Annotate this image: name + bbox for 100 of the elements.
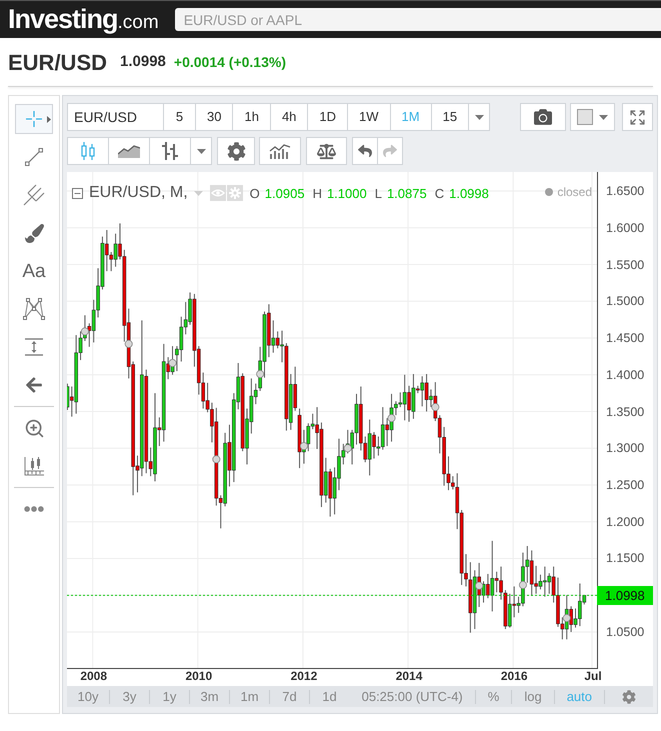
indicators-button[interactable] — [259, 137, 301, 165]
color-swatch-icon — [577, 109, 593, 125]
expand-arrow-icon — [47, 116, 51, 123]
range-button[interactable]: 1d — [310, 686, 349, 707]
settings-button[interactable] — [217, 137, 255, 165]
indicators-icon — [269, 143, 291, 159]
event-marker-icon — [518, 580, 527, 589]
event-marker-icon — [168, 359, 177, 367]
caret-icon — [474, 114, 484, 120]
caret-icon — [194, 190, 203, 196]
time-axis-label: Jul — [584, 668, 602, 685]
time-axis-label: 2016 — [500, 668, 528, 685]
interval-tab[interactable]: 1W — [347, 103, 391, 131]
event-marker-icon — [388, 414, 396, 422]
snapshot-button[interactable] — [520, 103, 566, 131]
symbol-title: EUR/USD — [8, 48, 108, 76]
fullscreen-button[interactable] — [622, 103, 653, 131]
last-price: 1.0998 — [120, 52, 166, 72]
price-axis-label: 1.5500 — [606, 256, 644, 273]
price-axis-label: 1.3500 — [606, 404, 644, 420]
chart-style-button[interactable] — [149, 137, 191, 165]
scale-toggle[interactable]: log — [512, 686, 554, 707]
camera-icon — [534, 108, 552, 126]
event-marker-icon — [80, 327, 89, 336]
status-dot-icon — [545, 188, 554, 196]
redo-icon — [383, 144, 397, 158]
price-axis-label: 1.2000 — [606, 514, 644, 530]
price-axis-label: 1.1500 — [606, 550, 644, 566]
zoom-in-icon — [24, 418, 44, 438]
scale-toggle[interactable]: auto — [554, 686, 604, 707]
measure-icon — [24, 337, 44, 357]
time-axis-label: 2008 — [80, 668, 108, 685]
caret-icon — [599, 114, 608, 120]
event-marker-icon — [124, 340, 133, 348]
interval-dropdown-button[interactable] — [468, 103, 490, 131]
brush-icon — [24, 224, 44, 242]
undo-button[interactable] — [352, 137, 378, 165]
interval-tab[interactable]: 5 — [163, 103, 196, 131]
event-marker-icon — [431, 403, 440, 412]
range-button[interactable]: 3y — [110, 686, 149, 707]
collapse-icon[interactable] — [72, 188, 83, 198]
scales-icon — [317, 142, 336, 160]
event-marker-icon — [300, 442, 308, 450]
ohlc-label: O — [250, 186, 260, 200]
ohlc-value: 1.1000 — [326, 186, 367, 200]
chart-time: 05:25:00 (UTC-4) — [362, 688, 463, 706]
color-button[interactable] — [570, 103, 615, 131]
interval-tab[interactable]: 4h — [270, 103, 308, 131]
ohlc-value: 1.0875 — [386, 186, 427, 200]
event-marker-icon — [475, 582, 484, 590]
symbol-field[interactable]: EUR/USD — [67, 103, 164, 131]
pitchfork-icon — [23, 184, 45, 206]
chart-style-button[interactable] — [67, 137, 109, 165]
undo-icon — [358, 144, 372, 158]
compare-button[interactable] — [306, 137, 347, 165]
price-change: +0.0014 (+0.13%) — [174, 52, 286, 72]
market-status: closed — [557, 186, 592, 198]
site-logo[interactable]: Investing.com — [8, 6, 159, 33]
scale-toggle[interactable]: % — [476, 686, 512, 707]
ohlc-bars-icon — [161, 141, 179, 161]
price-axis-label: 1.4000 — [606, 366, 644, 383]
chart-style-button[interactable] — [108, 137, 150, 165]
settings-icon — [622, 690, 636, 704]
event-marker-icon — [256, 370, 264, 378]
range-button[interactable]: 10y — [67, 686, 109, 707]
price-axis-label: 1.5000 — [606, 293, 644, 310]
candlestick-icon — [80, 141, 96, 161]
ruler-candles-icon — [23, 455, 45, 477]
text-tool[interactable]: Aa — [15, 256, 53, 286]
ohlc-label: C — [434, 186, 444, 200]
range-button[interactable]: 7d — [270, 686, 309, 707]
left-arrow-icon — [25, 376, 43, 394]
interval-tab[interactable]: 1M — [390, 103, 432, 131]
ohlc-value: 1.0998 — [449, 186, 489, 200]
price-axis-label: 1.6000 — [606, 220, 644, 236]
chart-style-dropdown-button[interactable] — [190, 137, 212, 165]
range-button[interactable]: 1m — [230, 686, 269, 707]
ohlc-value: 1.0905 — [264, 186, 305, 200]
price-axis-label: 1.3000 — [606, 440, 644, 456]
series-title: EUR/USD, M, — [89, 185, 188, 201]
time-axis-label: 2014 — [396, 668, 422, 685]
interval-tab[interactable]: 30 — [195, 103, 234, 131]
range-button[interactable]: 3m — [190, 686, 229, 707]
pattern-icon — [22, 297, 46, 321]
search-field[interactable]: EUR/USD or AAPL — [174, 8, 661, 31]
interval-tab[interactable]: 1D — [307, 103, 348, 131]
event-marker-icon — [344, 444, 352, 452]
time-axis-label: 2012 — [290, 668, 318, 685]
crosshair-tool[interactable] — [15, 104, 53, 134]
last-price-label: 1.0998 — [597, 586, 653, 605]
interval-tab[interactable]: 15 — [430, 103, 470, 131]
caret-icon — [196, 148, 206, 154]
ohlc-label: L — [374, 186, 382, 200]
range-button[interactable]: 1y — [150, 686, 189, 707]
interval-tab[interactable]: 1h — [232, 103, 271, 131]
price-axis-label: 1.0500 — [606, 624, 644, 640]
price-axis-label: 1.6500 — [606, 183, 644, 200]
fullscreen-icon — [629, 108, 646, 126]
ohlc-label: H — [312, 186, 322, 200]
settings-icon — [226, 142, 246, 160]
